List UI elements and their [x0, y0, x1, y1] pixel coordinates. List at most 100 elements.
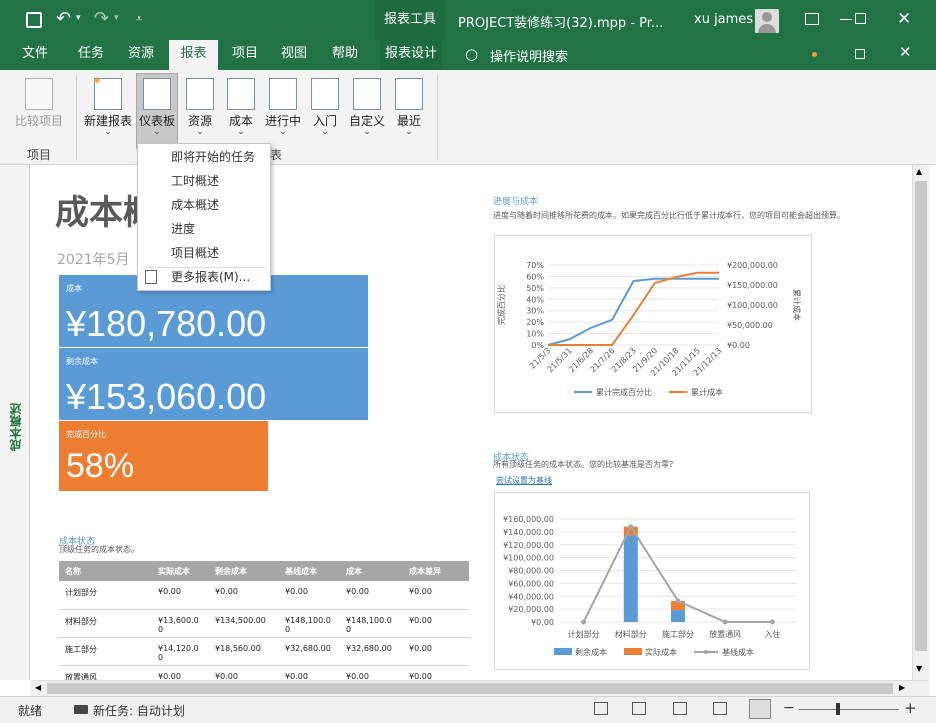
dashboard-button[interactable]: 仪表板 ⌄	[136, 73, 178, 149]
tab-report[interactable]: 报表	[169, 40, 218, 70]
scroll-thumb[interactable]	[915, 181, 927, 651]
y-tick-label: 40%	[526, 295, 544, 304]
resources-report-button[interactable]: 资源 ⌄	[180, 74, 220, 148]
compare-icon	[25, 78, 53, 110]
table-cell: ¥32,680.00	[340, 637, 403, 666]
menu-item-work-overview[interactable]: 工时概述	[171, 170, 219, 192]
scroll-thumb[interactable]	[47, 683, 893, 694]
cost-status-bar-chart: ¥0.00 ¥20,000.00 ¥40,000.00 ¥60,000.00 ¥80,0…	[494, 492, 810, 670]
scroll-up-icon[interactable]: ▲	[916, 167, 922, 176]
tab-file[interactable]: 文件	[14, 40, 56, 70]
report-view-icon[interactable]	[749, 699, 771, 719]
getting-started-button[interactable]: 入门 ⌄	[306, 74, 344, 148]
new-task-mode[interactable]: 新任务: 自动计划	[93, 702, 185, 719]
new-report-button[interactable]: ✶ 新建报表 ⌄	[82, 74, 134, 148]
maximize-icon[interactable]	[855, 13, 866, 24]
set-baseline-link[interactable]: 尝试设置为基线	[496, 475, 552, 486]
menu-item-cost-overview[interactable]: 成本概述	[171, 194, 219, 216]
view-bar: 成本概述	[0, 165, 30, 680]
report-date: 2021年5月	[57, 252, 130, 268]
scroll-left-icon[interactable]: ◀	[35, 683, 41, 692]
task-usage-icon[interactable]	[632, 702, 646, 715]
y-tick-label: 10%	[526, 330, 544, 339]
redo-icon[interactable]: ↷	[94, 8, 109, 29]
ribbon-display-icon[interactable]	[805, 13, 819, 25]
data-point	[628, 524, 634, 530]
undo-icon[interactable]: ↶	[56, 8, 71, 29]
chevron-down-icon: ⌄	[363, 127, 371, 137]
tab-report-design[interactable]: 报表设计	[380, 40, 442, 70]
table-cell: ¥148,100.0 0	[340, 609, 403, 638]
getting-started-icon	[311, 78, 339, 110]
progress-chart-title: 进度与成本	[493, 197, 539, 207]
compare-projects-button[interactable]: 比较项目	[10, 74, 68, 148]
tell-me-search[interactable]: 操作说明搜索	[490, 46, 568, 65]
y-tick-label: ¥80,000.00	[508, 567, 554, 576]
table-cell: ¥0.00	[340, 665, 403, 680]
recent-report-button[interactable]: 最近 ⌄	[390, 74, 428, 148]
zoom-out-icon[interactable]: −	[783, 700, 795, 716]
vertical-scrollbar[interactable]: ▲ ▼	[912, 165, 929, 680]
in-progress-report-button[interactable]: 进行中 ⌄	[262, 74, 304, 148]
table-cell: 放置通风	[59, 665, 152, 680]
horizontal-scrollbar[interactable]: ◀ ▶	[31, 680, 929, 696]
x-tick-label: 材料部分	[615, 629, 647, 639]
x-tick-label: 计划部分	[568, 629, 600, 639]
scroll-down-icon[interactable]: ▼	[916, 664, 922, 673]
chevron-down-icon[interactable]: ▾	[114, 13, 119, 23]
chevron-down-icon[interactable]: ▾	[76, 13, 81, 23]
avatar[interactable]	[755, 9, 779, 33]
sparkle-icon: ✶	[92, 74, 103, 88]
recent-icon	[395, 78, 423, 110]
legend-swatch	[554, 648, 572, 655]
status-ready: 就绪	[18, 704, 43, 718]
y-tick-label: ¥40,000.00	[508, 592, 554, 601]
y-tick-label: ¥160,000.00	[503, 515, 554, 524]
legend-swatch	[624, 648, 642, 655]
tab-task[interactable]: 任务	[70, 40, 112, 70]
customize-qat-icon[interactable]: ⩡	[136, 12, 142, 26]
y-tick-label: 60%	[526, 272, 544, 281]
context-tab-header: 报表工具	[375, 0, 445, 40]
zoom-slider-thumb[interactable]	[836, 703, 840, 715]
kpi-remaining-cost: 剩余成本 ¥153,060.00	[59, 348, 368, 420]
tab-resource[interactable]: 资源	[120, 40, 162, 70]
zoom-in-icon[interactable]: +	[904, 699, 917, 717]
close-document-icon[interactable]: ✕	[899, 43, 912, 61]
x-tick-label: 施工部分	[662, 629, 694, 639]
custom-report-button[interactable]: 自定义 ⌄	[346, 74, 388, 148]
chevron-down-icon: ⌄	[405, 127, 413, 137]
minimize-icon[interactable]	[840, 19, 852, 20]
user-name[interactable]: xu james	[694, 12, 753, 27]
scroll-right-icon[interactable]: ▶	[899, 683, 905, 692]
tab-project[interactable]: 项目	[224, 40, 266, 70]
menu-item-upcoming-tasks[interactable]: 即将开始的任务	[171, 146, 255, 168]
table-cell: ¥0.00	[209, 581, 279, 610]
table-header-row: 名称 实际成本 剩余成本 基线成本 成本 成本差异	[59, 561, 469, 581]
tab-view[interactable]: 视图	[273, 40, 315, 70]
team-planner-icon[interactable]	[673, 702, 687, 715]
restore-icon[interactable]	[855, 49, 865, 59]
y-tick-label: ¥140,000.00	[503, 528, 554, 537]
chevron-down-icon: ⌄	[279, 127, 287, 137]
y-tick-label: ¥20,000.00	[508, 605, 554, 614]
sheet-view-icon[interactable]	[713, 702, 727, 715]
menu-item-burndown[interactable]: 进度	[171, 218, 195, 240]
menu-item-project-overview[interactable]: 项目概述	[171, 242, 219, 264]
tab-help[interactable]: 帮助	[324, 40, 366, 70]
table-row: 材料部分 ¥13,600.0 0 ¥134,500.00 ¥148,100.0 0 ¥1…	[59, 609, 469, 638]
table-cell: 施工部分	[59, 637, 152, 666]
table-cell: ¥0.00	[279, 665, 340, 680]
close-icon[interactable]: ✕	[897, 9, 911, 29]
gantt-view-icon[interactable]	[594, 702, 608, 715]
zoom-slider[interactable]	[799, 709, 899, 710]
group-label-project: 项目	[27, 148, 52, 162]
save-icon[interactable]	[26, 12, 42, 28]
group-divider	[76, 74, 77, 160]
title-bar: ↶ ▾ ↷ ▾ ⩡ 报表工具 PROJECT装修练习(32).mpp - Pr.…	[0, 0, 936, 40]
menu-item-more-reports[interactable]: 更多报表(M)...	[171, 266, 250, 288]
ribbon-tab-bar: 文件 任务 资源 报表 项目 视图 帮助 报表设计 ○ 操作说明搜索 ✕	[0, 40, 936, 70]
chevron-down-icon: ⌄	[237, 127, 245, 137]
costs-report-button[interactable]: 成本 ⌄	[222, 74, 260, 148]
legend-label: 累计成本	[691, 387, 723, 397]
